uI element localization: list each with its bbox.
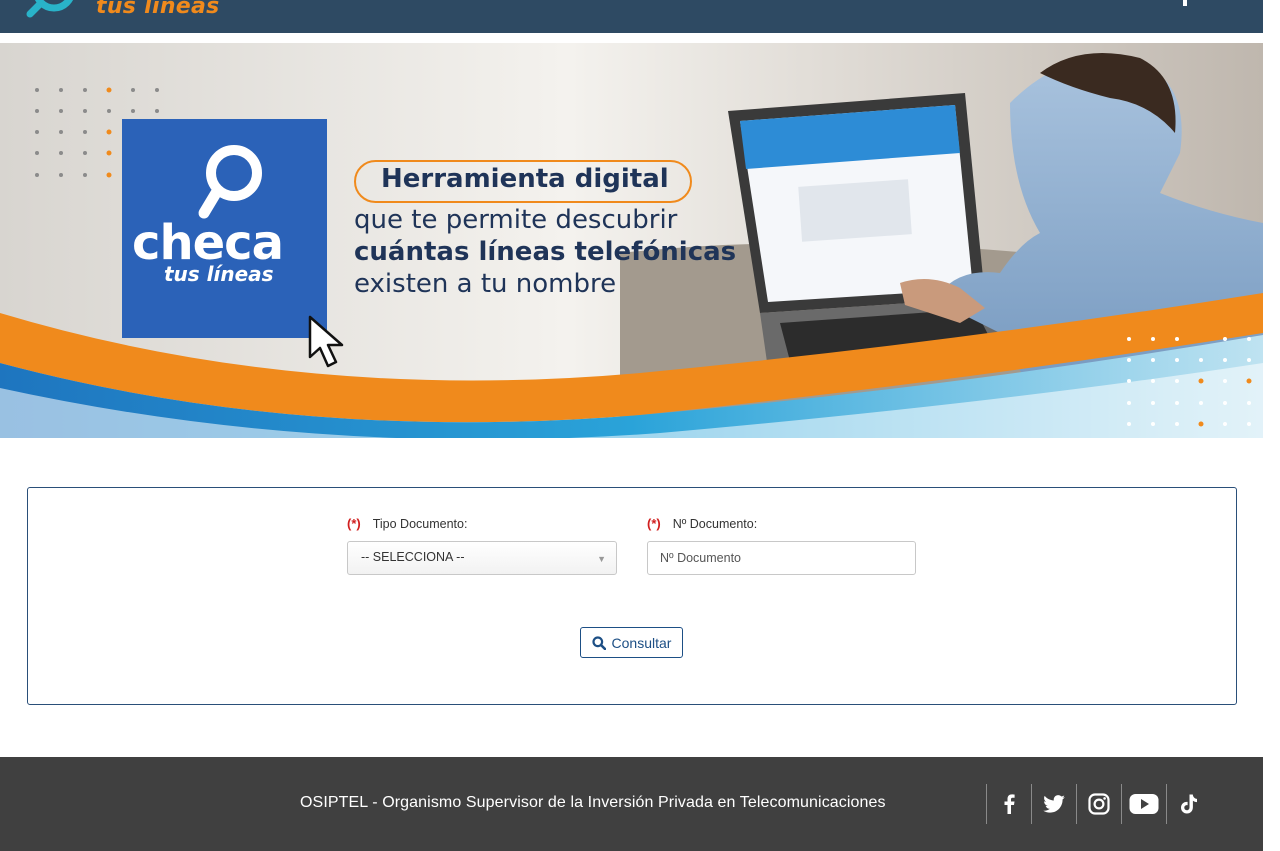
top-header: tus líneas	[0, 0, 1263, 33]
hero-banner: checa tus líneas Herramienta digital que…	[0, 43, 1263, 438]
search-form: (*) Tipo Documento: -- SELECCIONA -- ▼ (*…	[27, 487, 1237, 705]
header-icons[interactable]	[1113, 0, 1203, 8]
doc-number-input[interactable]	[647, 541, 916, 575]
facebook-icon[interactable]	[986, 784, 1031, 824]
instagram-icon[interactable]	[1076, 784, 1121, 824]
search-icon	[591, 635, 606, 650]
cursor-pointer-icon	[308, 315, 344, 368]
chevron-down-icon: ▼	[597, 554, 606, 564]
doc-type-select[interactable]: -- SELECCIONA -- ▼	[347, 541, 617, 575]
footer-text: OSIPTEL - Organismo Supervisor de la Inv…	[300, 794, 886, 811]
consultar-button-label: Consultar	[611, 634, 672, 651]
search-icon	[198, 145, 262, 219]
doc-number-label-text: Nº Documento:	[672, 517, 758, 531]
doc-type-selected: -- SELECCIONA --	[361, 550, 465, 564]
twitter-icon[interactable]	[1031, 784, 1076, 824]
doc-type-label-text: Tipo Documento:	[372, 517, 468, 531]
required-mark: (*)	[647, 516, 661, 531]
doc-type-label: (*) Tipo Documento:	[347, 516, 467, 531]
footer: OSIPTEL - Organismo Supervisor de la Inv…	[0, 757, 1263, 851]
banner-headline: Herramienta digital	[381, 164, 669, 194]
logo-text[interactable]: tus líneas	[96, 0, 220, 19]
tiktok-icon[interactable]	[1166, 784, 1211, 824]
banner-tagline-1: que te permite descubrir	[354, 205, 678, 235]
required-mark: (*)	[347, 516, 361, 531]
magnifier-logo-icon	[26, 0, 74, 18]
page: tus líneas checa tus líneas Herramienta …	[0, 0, 1280, 851]
youtube-icon[interactable]	[1121, 784, 1166, 824]
consultar-button[interactable]: Consultar	[580, 627, 683, 658]
doc-number-label: (*) Nº Documento:	[647, 516, 757, 531]
banner-tagline-2: cuántas líneas telefónicas	[354, 237, 737, 267]
social-links	[986, 784, 1211, 824]
banner-tagline-3: existen a tu nombre	[354, 269, 617, 299]
brand-subtitle: tus líneas	[164, 262, 274, 286]
